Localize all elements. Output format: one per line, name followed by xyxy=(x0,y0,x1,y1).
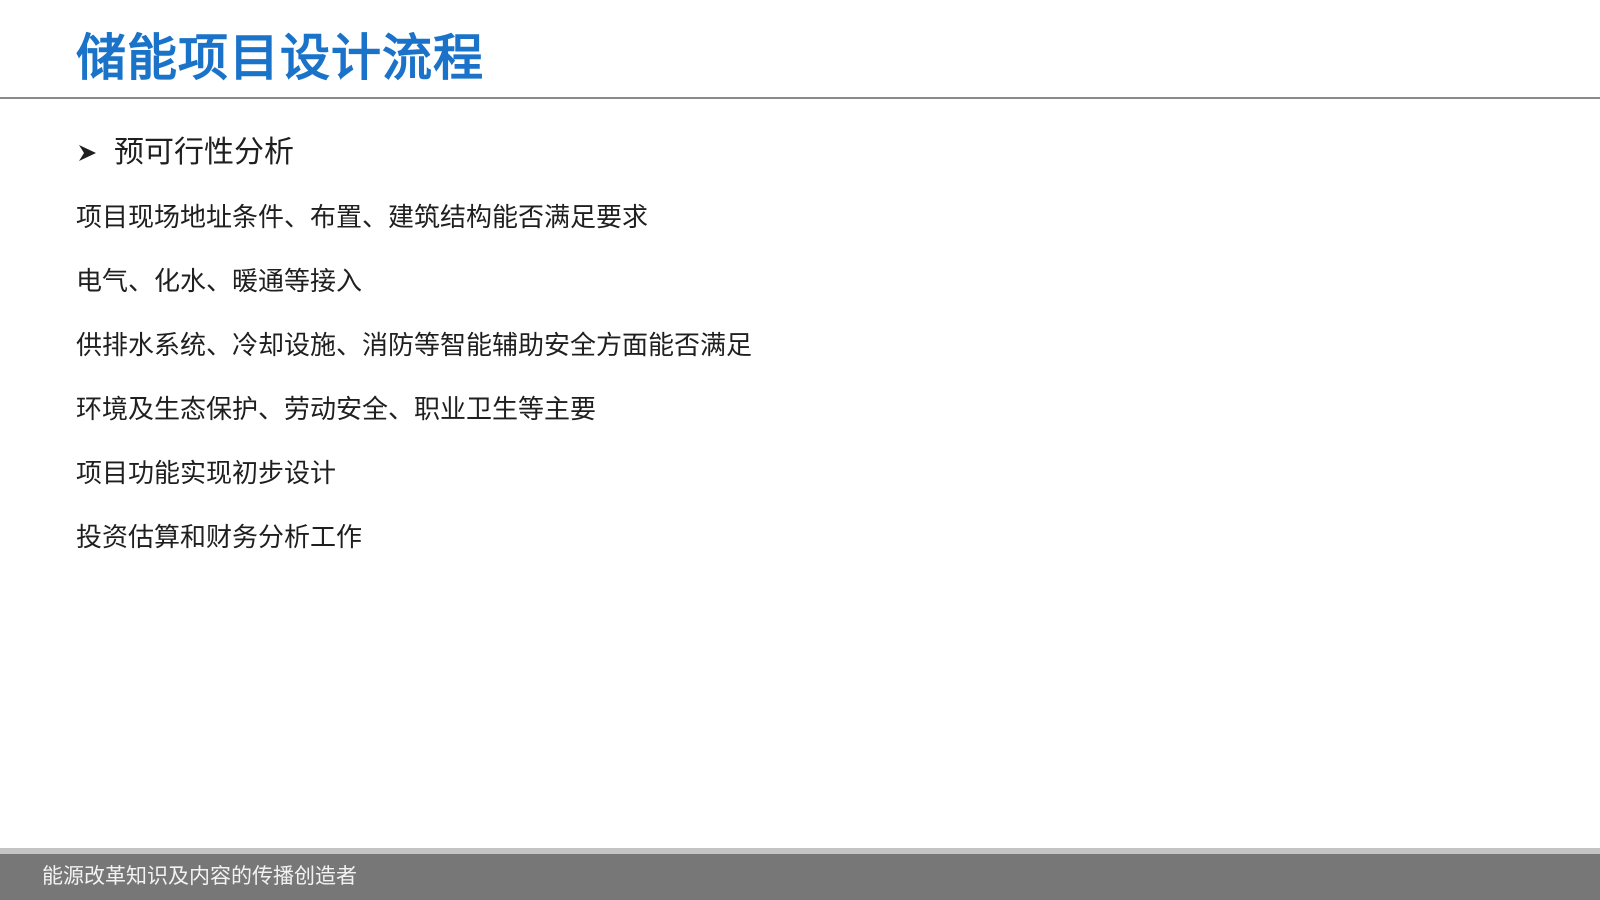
footer-text: 能源改革知识及内容的传播创造者 xyxy=(42,864,357,888)
item-list: 项目现场地址条件、布置、建筑结构能否满足要求 电气、化水、暖通等接入 供排水系统… xyxy=(76,196,752,580)
list-item: 投资估算和财务分析工作 xyxy=(76,523,363,553)
arrowhead-bullet-icon xyxy=(76,142,98,164)
title-divider xyxy=(0,97,1600,99)
section-heading: 预可行性分析 xyxy=(76,133,294,172)
footer-bar: 能源改革知识及内容的传播创造者 xyxy=(0,854,1600,900)
list-item: 供排水系统、冷却设施、消防等智能辅助安全方面能否满足 xyxy=(76,331,753,361)
list-item: 项目功能实现初步设计 xyxy=(76,459,337,489)
list-item: 环境及生态保护、劳动安全、职业卫生等主要 xyxy=(76,395,597,425)
list-item: 电气、化水、暖通等接入 xyxy=(76,267,363,297)
list-item: 项目现场地址条件、布置、建筑结构能否满足要求 xyxy=(76,203,649,233)
slide-title: 储能项目设计流程 xyxy=(76,29,484,87)
section-heading-text: 预可行性分析 xyxy=(114,135,294,170)
